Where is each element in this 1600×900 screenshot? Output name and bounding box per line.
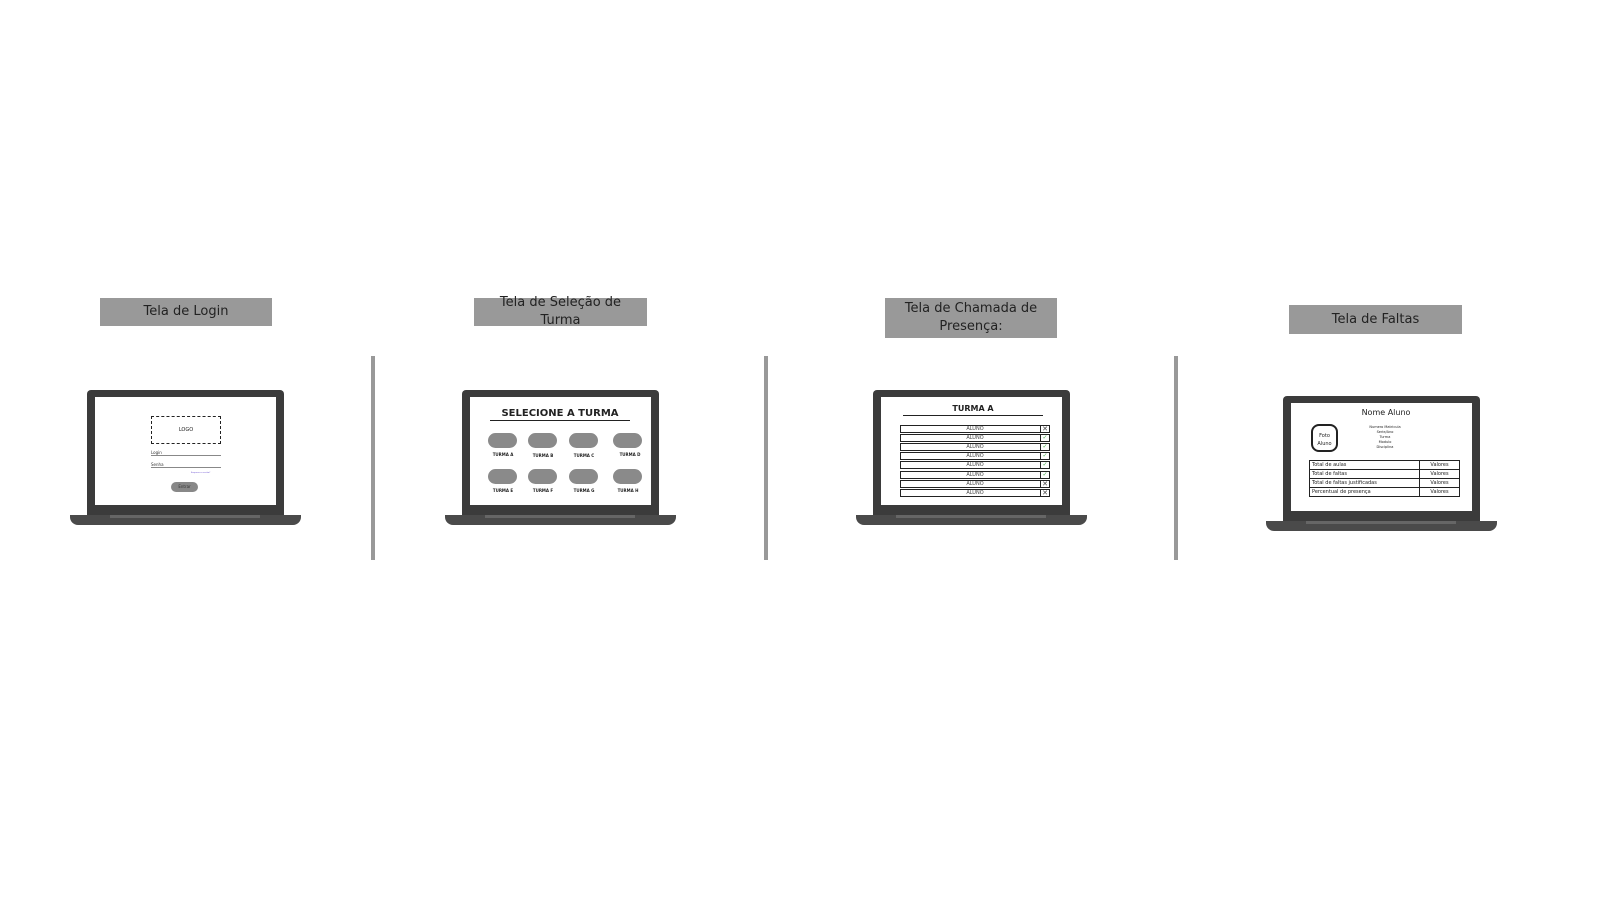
student-info: Numero Matricula Serie/Ano Turma Modulo … [1361, 425, 1409, 450]
password-field[interactable]: Senha [151, 462, 221, 468]
student-name: ALUNO [966, 453, 984, 460]
forgot-password-link[interactable]: Esqueceu a senha? [191, 472, 210, 474]
panel-title-attendance: Tela de Chamada de Presença: [885, 298, 1057, 338]
laptop-base [70, 515, 301, 525]
check-icon[interactable]: ✓ [1040, 452, 1050, 461]
class-label: TURMA H [617, 488, 639, 493]
class-label: TURMA A [492, 452, 514, 457]
class-label: TURMA C [573, 453, 595, 458]
x-icon[interactable]: ✕ [1040, 425, 1050, 433]
class-label: TURMA D [619, 452, 641, 457]
laptop-base [856, 515, 1087, 525]
absences-table: Total de aulas Valores Total de faltas Val… [1309, 460, 1460, 497]
class-selection-screen: SELECIONE A TURMA TURMA A TURMA B TURMA … [470, 397, 651, 505]
table-row: Percentual de presença Valores [1309, 487, 1460, 497]
student-row: ALUNO ✕ [900, 425, 1050, 433]
check-icon[interactable]: ✓ [1040, 461, 1050, 470]
attendance-screen: TURMA A ALUNO ✕ ALUNO ✓ ALUNO ✓ ALUNO ✓ ALUNO ✓ AL… [881, 397, 1062, 505]
laptop-absences: Nome Aluno Foto Aluno Numero Matricula S… [1266, 396, 1497, 534]
table-row: Total de faltas Valores [1309, 469, 1460, 479]
student-row: ALUNO ✕ [900, 479, 1050, 488]
class-button-a[interactable] [488, 433, 517, 448]
row-value: Valores [1419, 478, 1460, 488]
panel-title-login: Tela de Login [100, 298, 272, 326]
x-icon[interactable]: ✕ [1040, 479, 1050, 488]
check-icon[interactable]: ✓ [1040, 470, 1050, 479]
class-button-c[interactable] [569, 433, 598, 448]
class-button-g[interactable] [569, 469, 598, 484]
student-name: ALUNO [966, 444, 984, 451]
laptop-attendance: TURMA A ALUNO ✕ ALUNO ✓ ALUNO ✓ ALUNO ✓ ALUNO ✓ AL… [856, 390, 1087, 528]
row-value: Valores [1419, 487, 1460, 497]
class-button-e[interactable] [488, 469, 517, 484]
student-row: ALUNO ✓ [900, 434, 1050, 443]
student-name: ALUNO [966, 426, 984, 432]
student-name: ALUNO [966, 480, 984, 487]
student-row: ALUNO ✓ [900, 443, 1050, 452]
check-icon[interactable]: ✓ [1040, 443, 1050, 452]
student-name: ALUNO [966, 462, 984, 469]
student-name: Nome Aluno [1361, 408, 1411, 417]
student-name: ALUNO [966, 489, 984, 496]
class-button-f[interactable] [528, 469, 557, 484]
student-row: ALUNO ✓ [900, 470, 1050, 479]
laptop-login: LOGO Login Senha Esqueceu a senha? Entra… [70, 390, 301, 528]
panel-title-class-selection: Tela de Seleção de Turma [474, 295, 647, 328]
laptop-class-selection: SELECIONE A TURMA TURMA A TURMA B TURMA … [445, 390, 676, 528]
login-screen: LOGO Login Senha Esqueceu a senha? Entra… [95, 397, 276, 505]
divider [1174, 356, 1178, 560]
attendance-heading: TURMA A [903, 403, 1043, 416]
logo-placeholder: LOGO [151, 416, 221, 444]
panel-title-absences: Tela de Faltas [1289, 305, 1462, 334]
class-button-h[interactable] [613, 469, 642, 484]
class-selection-heading: SELECIONE A TURMA [490, 407, 630, 421]
laptop-base [445, 515, 676, 525]
class-label: TURMA E [492, 488, 514, 493]
class-label: TURMA G [573, 488, 595, 493]
login-label: Login [151, 450, 162, 455]
row-label: Total de faltas justificadas [1309, 478, 1420, 488]
table-row: Total de faltas justificadas Valores [1309, 478, 1460, 488]
absences-screen: Nome Aluno Foto Aluno Numero Matricula S… [1291, 403, 1472, 511]
login-button[interactable]: Entrar [171, 482, 198, 492]
student-row: ALUNO ✕ [900, 488, 1050, 497]
row-label: Total de faltas [1309, 469, 1420, 479]
divider [764, 356, 768, 560]
row-value: Valores [1419, 460, 1460, 470]
table-row: Total de aulas Valores [1309, 460, 1460, 470]
student-name: ALUNO [966, 471, 984, 478]
divider [371, 356, 375, 560]
class-label: TURMA B [532, 453, 554, 458]
row-value: Valores [1419, 469, 1460, 479]
student-name: ALUNO [966, 435, 984, 442]
class-button-d[interactable] [613, 433, 642, 448]
row-label: Total de aulas [1309, 460, 1420, 470]
login-field[interactable]: Login [151, 450, 221, 456]
student-row: ALUNO ✓ [900, 452, 1050, 461]
logo-text: LOGO [178, 427, 194, 433]
class-button-b[interactable] [528, 433, 557, 448]
row-label: Percentual de presença [1309, 487, 1420, 497]
x-icon[interactable]: ✕ [1040, 488, 1050, 497]
student-photo: Foto Aluno [1311, 424, 1338, 452]
check-icon[interactable]: ✓ [1040, 434, 1050, 443]
password-label: Senha [151, 462, 164, 467]
class-label: TURMA F [532, 488, 554, 493]
info-line: Disciplina [1376, 445, 1394, 449]
laptop-base [1266, 521, 1497, 531]
student-row: ALUNO ✓ [900, 461, 1050, 470]
